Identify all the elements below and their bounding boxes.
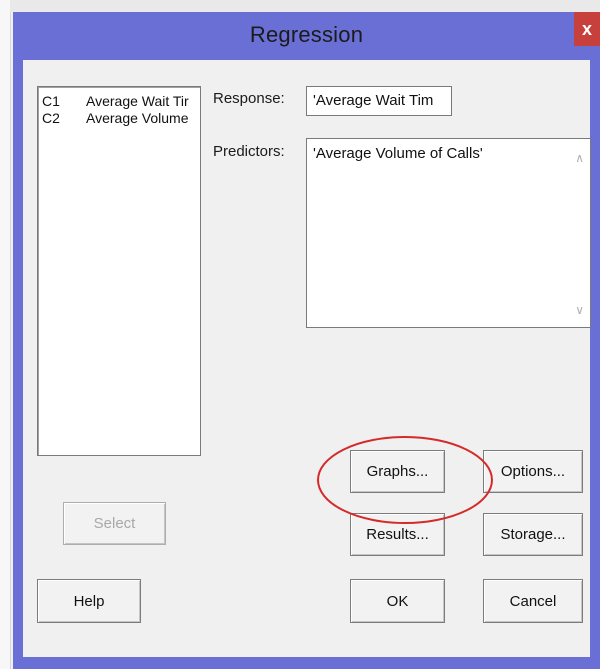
variable-name: Average Volume xyxy=(86,110,189,126)
scroll-up-icon[interactable]: ∧ xyxy=(575,149,584,167)
variable-column-id: C1 xyxy=(42,93,60,109)
variable-column-id: C2 xyxy=(42,110,60,126)
response-label: Response: xyxy=(213,90,285,107)
variable-name: Average Wait Tir xyxy=(86,93,189,109)
storage-button[interactable]: Storage... xyxy=(483,513,583,556)
regression-dialog: Regression x C1 Average Wait Tir C2 Aver… xyxy=(13,12,600,669)
close-button[interactable]: x xyxy=(574,12,600,46)
options-button[interactable]: Options... xyxy=(483,450,583,493)
title-bar[interactable]: Regression x xyxy=(13,12,600,60)
select-button[interactable]: Select xyxy=(63,502,166,545)
ok-button[interactable]: OK xyxy=(350,579,445,623)
dialog-title: Regression xyxy=(249,22,364,47)
background-window-edge xyxy=(0,0,11,669)
list-item[interactable]: C1 Average Wait Tir xyxy=(42,93,196,111)
predictors-value: 'Average Volume of Calls' xyxy=(313,145,483,162)
cancel-button[interactable]: Cancel xyxy=(483,579,583,623)
help-button[interactable]: Help xyxy=(37,579,141,623)
predictors-label: Predictors: xyxy=(213,143,285,160)
variable-list[interactable]: C1 Average Wait Tir C2 Average Volume xyxy=(37,86,201,456)
list-item[interactable]: C2 Average Volume xyxy=(42,110,196,128)
results-button[interactable]: Results... xyxy=(350,513,445,556)
dialog-body: C1 Average Wait Tir C2 Average Volume Re… xyxy=(23,60,591,657)
background-window-top xyxy=(10,0,600,12)
predictors-field[interactable]: 'Average Volume of Calls' ∧ ∨ xyxy=(306,138,591,328)
scroll-down-icon[interactable]: ∨ xyxy=(575,301,584,319)
response-field[interactable]: 'Average Wait Tim xyxy=(306,86,452,116)
close-icon: x xyxy=(581,18,592,39)
graphs-button[interactable]: Graphs... xyxy=(350,450,445,493)
